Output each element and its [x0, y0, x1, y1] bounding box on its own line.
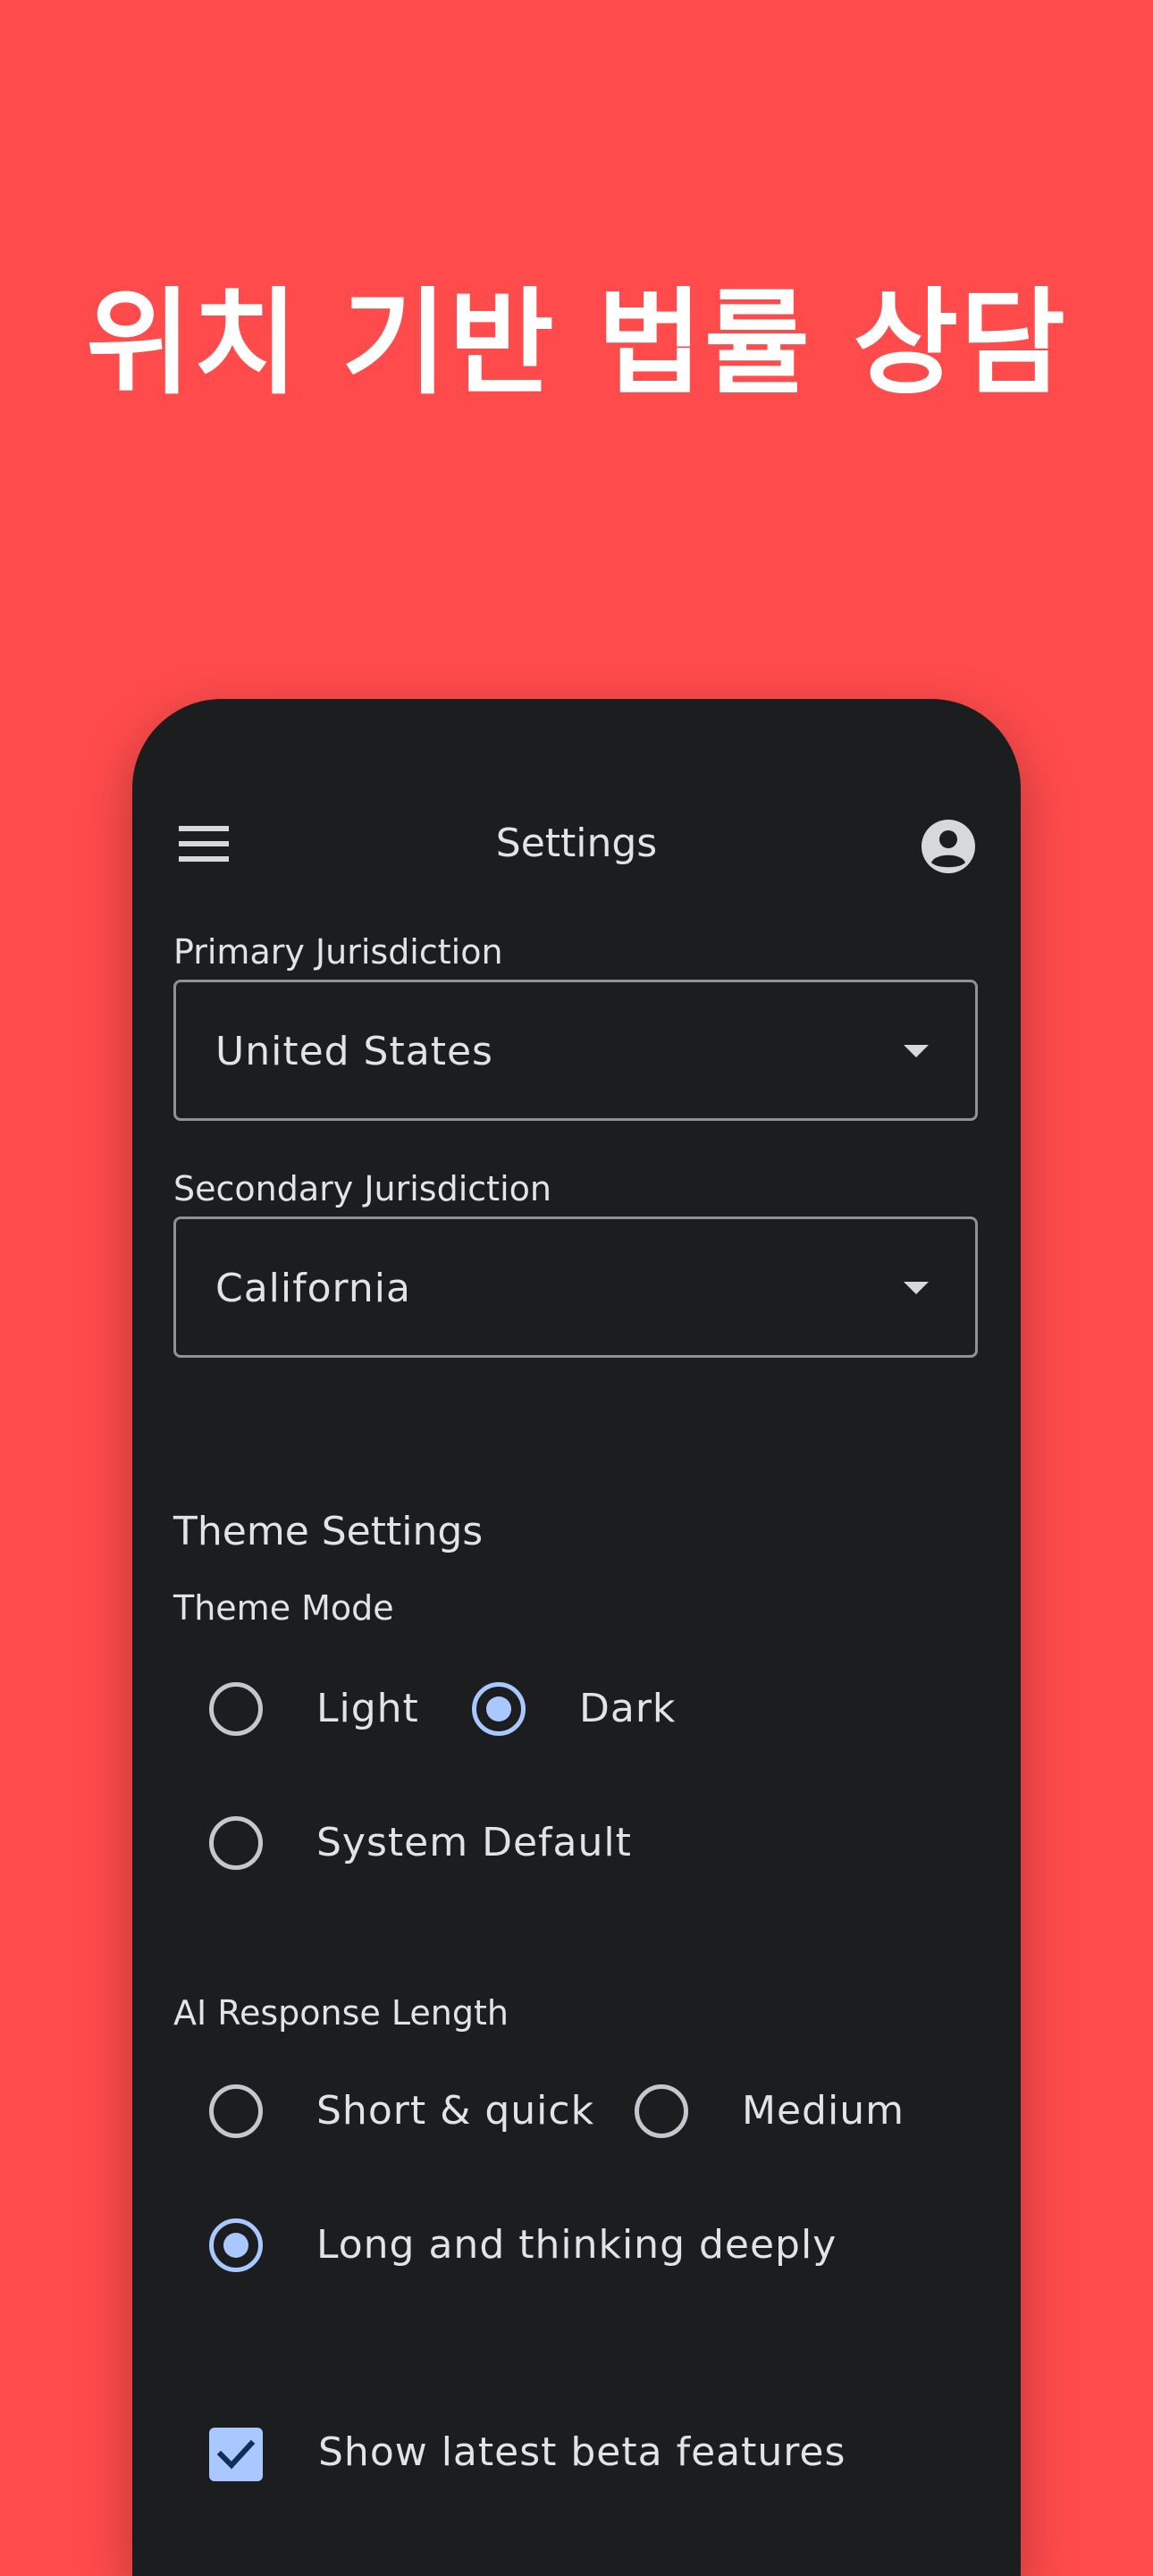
radio-label: Medium: [742, 2088, 905, 2134]
secondary-jurisdiction-select[interactable]: California: [173, 1216, 978, 1358]
radio-response-medium[interactable]: Medium: [635, 2075, 956, 2147]
radio-icon: [209, 1682, 263, 1736]
ai-response-length-label: AI Response Length: [173, 1993, 509, 2033]
radio-checked-icon: [209, 2218, 263, 2272]
dropdown-arrow-icon: [904, 1045, 929, 1057]
radio-label: Light: [316, 1686, 419, 1731]
page-title: Settings: [495, 821, 658, 866]
phone-screen: Settings Primary Jurisdiction United Sta…: [132, 699, 1021, 2576]
dropdown-arrow-icon: [904, 1282, 929, 1294]
beta-features-checkbox[interactable]: [209, 2428, 263, 2481]
primary-jurisdiction-label: Primary Jurisdiction: [173, 932, 503, 972]
headline: 위치 기반 법률 상담: [86, 277, 1067, 410]
radio-label: Dark: [579, 1686, 677, 1731]
radio-label: System Default: [316, 1820, 632, 1865]
radio-theme-dark[interactable]: Dark: [472, 1673, 704, 1745]
theme-settings-title: Theme Settings: [173, 1509, 484, 1554]
radio-icon: [209, 1816, 263, 1870]
checkmark-icon: [216, 2439, 256, 2470]
primary-jurisdiction-select[interactable]: United States: [173, 980, 978, 1121]
theme-mode-label: Theme Mode: [173, 1588, 394, 1628]
radio-icon: [209, 2084, 263, 2138]
radio-label: Long and thinking deeply: [316, 2222, 837, 2268]
app-bar: Settings: [132, 699, 1021, 913]
radio-response-short[interactable]: Short & quick: [209, 2075, 602, 2147]
radio-response-long[interactable]: Long and thinking deeply: [209, 2210, 924, 2281]
radio-checked-icon: [472, 1682, 526, 1736]
secondary-jurisdiction-label: Secondary Jurisdiction: [173, 1169, 551, 1208]
secondary-jurisdiction-value: California: [215, 1266, 411, 1311]
primary-jurisdiction-value: United States: [215, 1029, 493, 1074]
radio-icon: [635, 2084, 688, 2138]
radio-label: Short & quick: [316, 2088, 595, 2134]
radio-theme-system-default[interactable]: System Default: [209, 1807, 710, 1879]
account-circle-icon[interactable]: [921, 819, 976, 874]
beta-features-label: Show latest beta features: [318, 2429, 846, 2475]
radio-theme-light[interactable]: Light: [209, 1673, 450, 1745]
